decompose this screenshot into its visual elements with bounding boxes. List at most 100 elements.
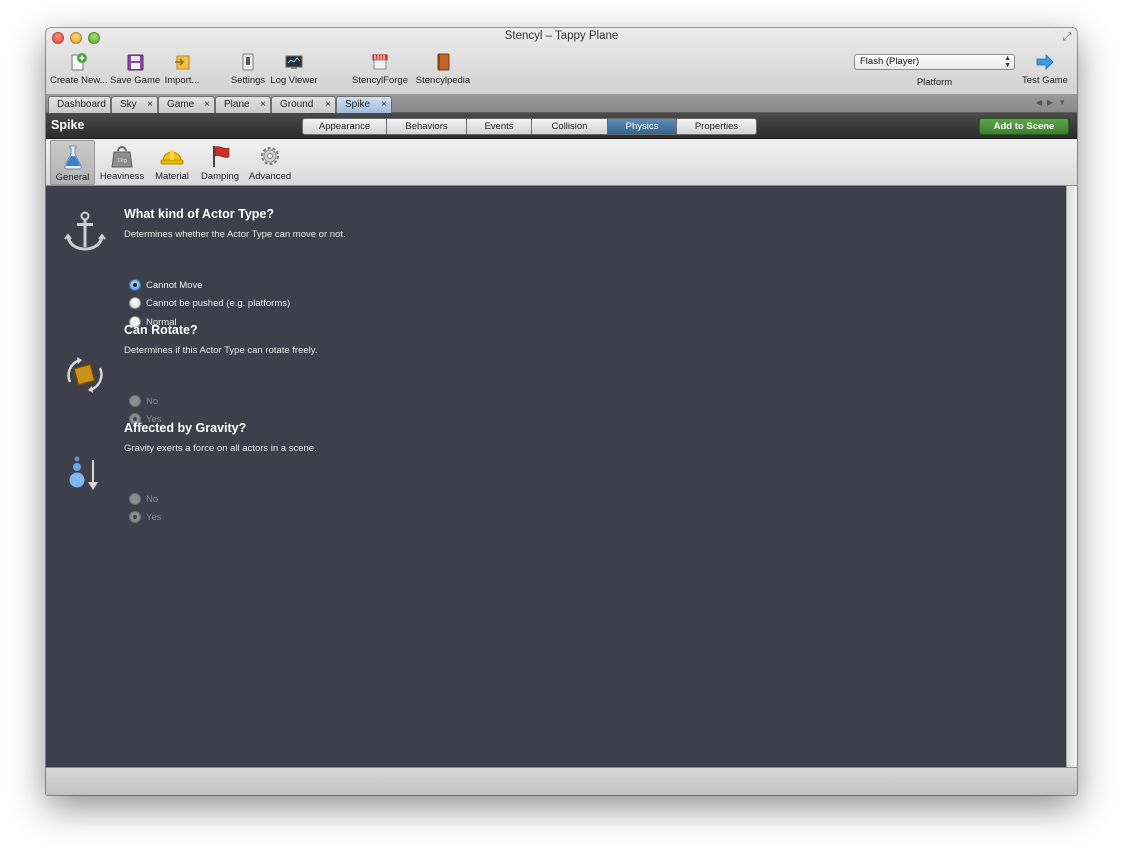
tab-label: Plane [224, 99, 250, 110]
tab-events[interactable]: Events [467, 118, 532, 135]
window-title: Stencyl – Tappy Plane [504, 30, 619, 42]
close-icon[interactable]: × [325, 97, 331, 112]
arrow-right-icon [1036, 54, 1054, 70]
physics-tab-general[interactable]: General [50, 140, 95, 185]
radio-button [129, 493, 141, 505]
actor-section-tabs: Appearance Behaviors Events Collision Ph… [302, 118, 757, 135]
close-icon[interactable]: × [147, 97, 153, 112]
radio-label: Yes [146, 511, 162, 523]
save-game-label: Save Game [110, 75, 161, 86]
gear-icon [261, 147, 279, 165]
hard-hat-icon [160, 150, 184, 165]
physics-tab-label: Heaviness [99, 171, 145, 182]
physics-tab-label: General [55, 172, 90, 183]
stencylpedia-button[interactable]: Stencylpedia [414, 52, 472, 86]
save-game-button[interactable]: Save Game [110, 52, 160, 86]
close-icon[interactable]: × [381, 97, 387, 112]
import-label: Import... [164, 75, 200, 86]
tab-label: Dashboard [57, 99, 106, 110]
tab-sky[interactable]: Sky × [111, 96, 158, 113]
tab-physics[interactable]: Physics [608, 118, 677, 135]
tab-scroll-left-icon[interactable]: ◀ [1036, 98, 1047, 107]
select-arrows-icon: ▲ ▼ [1004, 55, 1011, 69]
physics-toolbar: General 1kg Heaviness Material Damping A… [46, 139, 1077, 186]
tab-scroll-controls[interactable]: ◀▶▼ [1036, 98, 1071, 107]
radio-label: No [146, 493, 159, 505]
stencylpedia-label: Stencylpedia [415, 75, 471, 86]
physics-tab-label: Material [155, 171, 189, 182]
floppy-disk-icon [127, 54, 144, 71]
platform-label: Platform [916, 77, 953, 88]
tab-label: Spike [345, 99, 371, 110]
gravity-icon [69, 456, 98, 490]
rotate-title: Can Rotate? [124, 323, 198, 337]
rotate-option-no: No [129, 394, 158, 408]
fullscreen-icon[interactable]: ⤢ [1061, 31, 1073, 43]
tab-collision[interactable]: Collision [532, 118, 608, 135]
close-icon[interactable]: × [260, 97, 266, 112]
radio-button[interactable] [129, 297, 141, 309]
settings-switch-icon [242, 53, 254, 71]
physics-tab-material[interactable]: Material [150, 140, 194, 185]
monitor-icon [285, 55, 303, 69]
anchor-icon [64, 211, 106, 251]
app-window: Stencyl – Tappy Plane ⤢ Create New... Sa… [46, 28, 1077, 795]
gravity-option-yes: Yes [129, 510, 162, 524]
tab-dashboard[interactable]: Dashboard [48, 96, 111, 113]
close-icon[interactable]: × [204, 97, 210, 112]
physics-tab-label: Advanced [248, 171, 292, 182]
document-tab-bar: Dashboard Sky × Game × Plane × Ground × … [46, 95, 1077, 113]
gravity-desc: Gravity exerts a force on all actors in … [124, 443, 317, 454]
radio-button [129, 511, 141, 523]
weight-icon: 1kg [111, 146, 133, 168]
status-bar [46, 767, 1077, 795]
radio-label: Cannot Move [146, 279, 203, 291]
tab-list-icon[interactable]: ▼ [1058, 98, 1071, 107]
vertical-scrollbar[interactable] [1066, 186, 1077, 767]
actor-header: Spike Appearance Behaviors Events Collis… [46, 113, 1077, 139]
radio-button[interactable] [129, 279, 141, 291]
tab-behaviors[interactable]: Behaviors [387, 118, 467, 135]
gravity-title: Affected by Gravity? [124, 421, 247, 435]
actor-type-option-cannot-move[interactable]: Cannot Move [129, 278, 203, 292]
store-icon [372, 54, 388, 70]
tab-properties[interactable]: Properties [677, 118, 757, 135]
platform-select-value: Flash (Player) [860, 56, 920, 67]
platform-select[interactable]: Flash (Player) ▲ ▼ [854, 54, 1015, 70]
add-to-scene-button[interactable]: Add to Scene [979, 118, 1069, 135]
tab-game[interactable]: Game × [158, 96, 215, 113]
gravity-option-no: No [129, 492, 158, 506]
log-viewer-button[interactable]: Log Viewer [270, 52, 318, 86]
flask-icon [63, 145, 82, 170]
tab-label: Game [167, 99, 195, 110]
radio-label: Cannot be pushed (e.g. platforms) [146, 297, 291, 309]
test-game-label: Test Game [1022, 75, 1068, 86]
import-icon [175, 55, 190, 70]
settings-label: Settings [230, 75, 266, 86]
actor-type-option-cannot-be-pushed[interactable]: Cannot be pushed (e.g. platforms) [129, 296, 290, 310]
tab-label: Sky [120, 99, 137, 110]
flag-icon [213, 146, 230, 167]
actor-type-desc: Determines whether the Actor Type can mo… [124, 229, 346, 240]
physics-tab-damping[interactable]: Damping [197, 140, 243, 185]
physics-tab-heaviness[interactable]: 1kg Heaviness [97, 140, 147, 185]
radio-label: No [146, 395, 159, 407]
test-game-button[interactable]: Test Game [1016, 52, 1074, 86]
actor-type-title: What kind of Actor Type? [124, 207, 274, 221]
tab-spike[interactable]: Spike × [336, 96, 392, 113]
tab-label: Ground [280, 99, 314, 110]
actor-name: Spike [51, 118, 85, 132]
create-new-button[interactable]: Create New... [50, 52, 108, 86]
physics-tab-label: Damping [200, 171, 240, 182]
rotate-icon [67, 357, 103, 393]
stencylforge-button[interactable]: StencylForge [352, 52, 408, 86]
tab-scroll-right-icon[interactable]: ▶ [1047, 98, 1058, 107]
create-new-label: Create New... [50, 75, 108, 86]
stencylforge-label: StencylForge [352, 75, 408, 86]
import-button[interactable]: Import... [162, 52, 202, 86]
tab-appearance[interactable]: Appearance [302, 118, 387, 135]
settings-button[interactable]: Settings [228, 52, 268, 86]
tab-ground[interactable]: Ground × [271, 96, 336, 113]
tab-plane[interactable]: Plane × [215, 96, 271, 113]
physics-tab-advanced[interactable]: Advanced [246, 140, 294, 185]
